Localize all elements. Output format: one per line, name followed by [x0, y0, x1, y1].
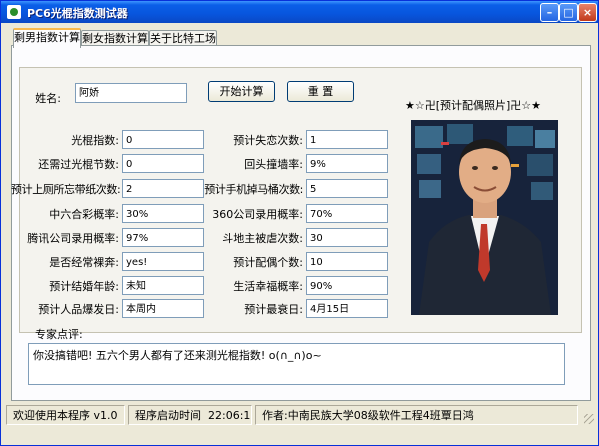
- field-label: 预计最衰日:: [244, 303, 303, 316]
- field-label: 中六合彩概率:: [49, 208, 119, 221]
- field-label: 生活幸福概率:: [233, 280, 303, 293]
- field-value[interactable]: 10: [306, 252, 388, 271]
- field-value[interactable]: 30%: [122, 204, 204, 223]
- field-value[interactable]: 5: [306, 179, 388, 198]
- field-label: 预计人品爆发日:: [38, 303, 119, 316]
- comment-label: 专家点评:: [35, 328, 83, 341]
- field-value[interactable]: 1: [306, 130, 388, 149]
- comment-box[interactable]: 你没搞错吧! 五六个男人都有了还来测光棍指数! o(∩_∩)o~: [28, 343, 565, 385]
- tab-female-index[interactable]: 剩女指数计算: [81, 30, 149, 46]
- status-bar: 欢迎使用本程序 v1.0 程序启动时间 22:06:19 作者:中南民族大学08…: [1, 404, 598, 428]
- maximize-button[interactable]: □: [559, 3, 578, 22]
- field-label: 预计结婚年龄:: [49, 280, 119, 293]
- app-icon: [7, 5, 21, 19]
- start-time-label: 程序启动时间: [135, 409, 201, 422]
- field-label: 预计配偶个数:: [233, 256, 303, 269]
- field-value[interactable]: 本周内: [122, 299, 204, 318]
- field-value[interactable]: yes!: [122, 252, 204, 271]
- field-label: 预计上厕所忘带纸次数:: [11, 183, 121, 196]
- field-value[interactable]: 0: [122, 154, 204, 173]
- field-value[interactable]: 9%: [306, 154, 388, 173]
- resize-grip-icon[interactable]: [584, 414, 594, 424]
- field-label: 预计手机掉马桶次数:: [204, 183, 303, 196]
- field-value[interactable]: 70%: [306, 204, 388, 223]
- reset-button[interactable]: 重 置: [287, 81, 354, 102]
- field-label: 回头撞墙率:: [244, 158, 303, 171]
- window-title: PC6光棍指数测试器: [27, 7, 128, 20]
- name-label: 姓名:: [35, 92, 61, 105]
- start-time-value: 22:06:19: [208, 409, 251, 422]
- title-bar[interactable]: PC6光棍指数测试器 – □ ×: [1, 1, 598, 23]
- field-label: 是否经常裸奔:: [49, 256, 119, 269]
- field-value[interactable]: 未知: [122, 276, 204, 295]
- name-input[interactable]: 阿娇: [75, 83, 187, 103]
- tab-about[interactable]: 关于比特工场: [149, 30, 217, 46]
- field-value[interactable]: 97%: [122, 228, 204, 247]
- field-value[interactable]: 90%: [306, 276, 388, 295]
- field-value[interactable]: 2: [122, 179, 204, 198]
- main-window: PC6光棍指数测试器 – □ × 剩男指数计算 剩女指数计算 关于比特工场 姓名…: [0, 0, 599, 446]
- field-label: 光棍指数:: [71, 134, 119, 147]
- close-button[interactable]: ×: [578, 3, 597, 22]
- status-start-time: 程序启动时间 22:06:19: [128, 405, 252, 425]
- field-value[interactable]: 4月15日: [306, 299, 388, 318]
- field-label: 预计失恋次数:: [233, 134, 303, 147]
- field-value[interactable]: 30: [306, 228, 388, 247]
- status-author: 作者:中南民族大学08级软件工程4班覃日鸿: [255, 405, 578, 425]
- spouse-photo: [411, 120, 558, 315]
- status-welcome: 欢迎使用本程序 v1.0: [6, 405, 125, 425]
- field-label: 腾讯公司录用概率:: [27, 232, 119, 245]
- field-label: 还需过光棍节数:: [38, 158, 119, 171]
- field-label: 360公司录用概率:: [212, 208, 303, 221]
- photo-title: ★☆卍[预计配偶照片]卍☆★: [405, 99, 542, 112]
- tab-male-index[interactable]: 剩男指数计算: [13, 28, 81, 48]
- minimize-button[interactable]: –: [540, 3, 559, 22]
- calculate-button[interactable]: 开始计算: [208, 81, 275, 102]
- field-value[interactable]: 0: [122, 130, 204, 149]
- field-label: 斗地主被虐次数:: [222, 232, 303, 245]
